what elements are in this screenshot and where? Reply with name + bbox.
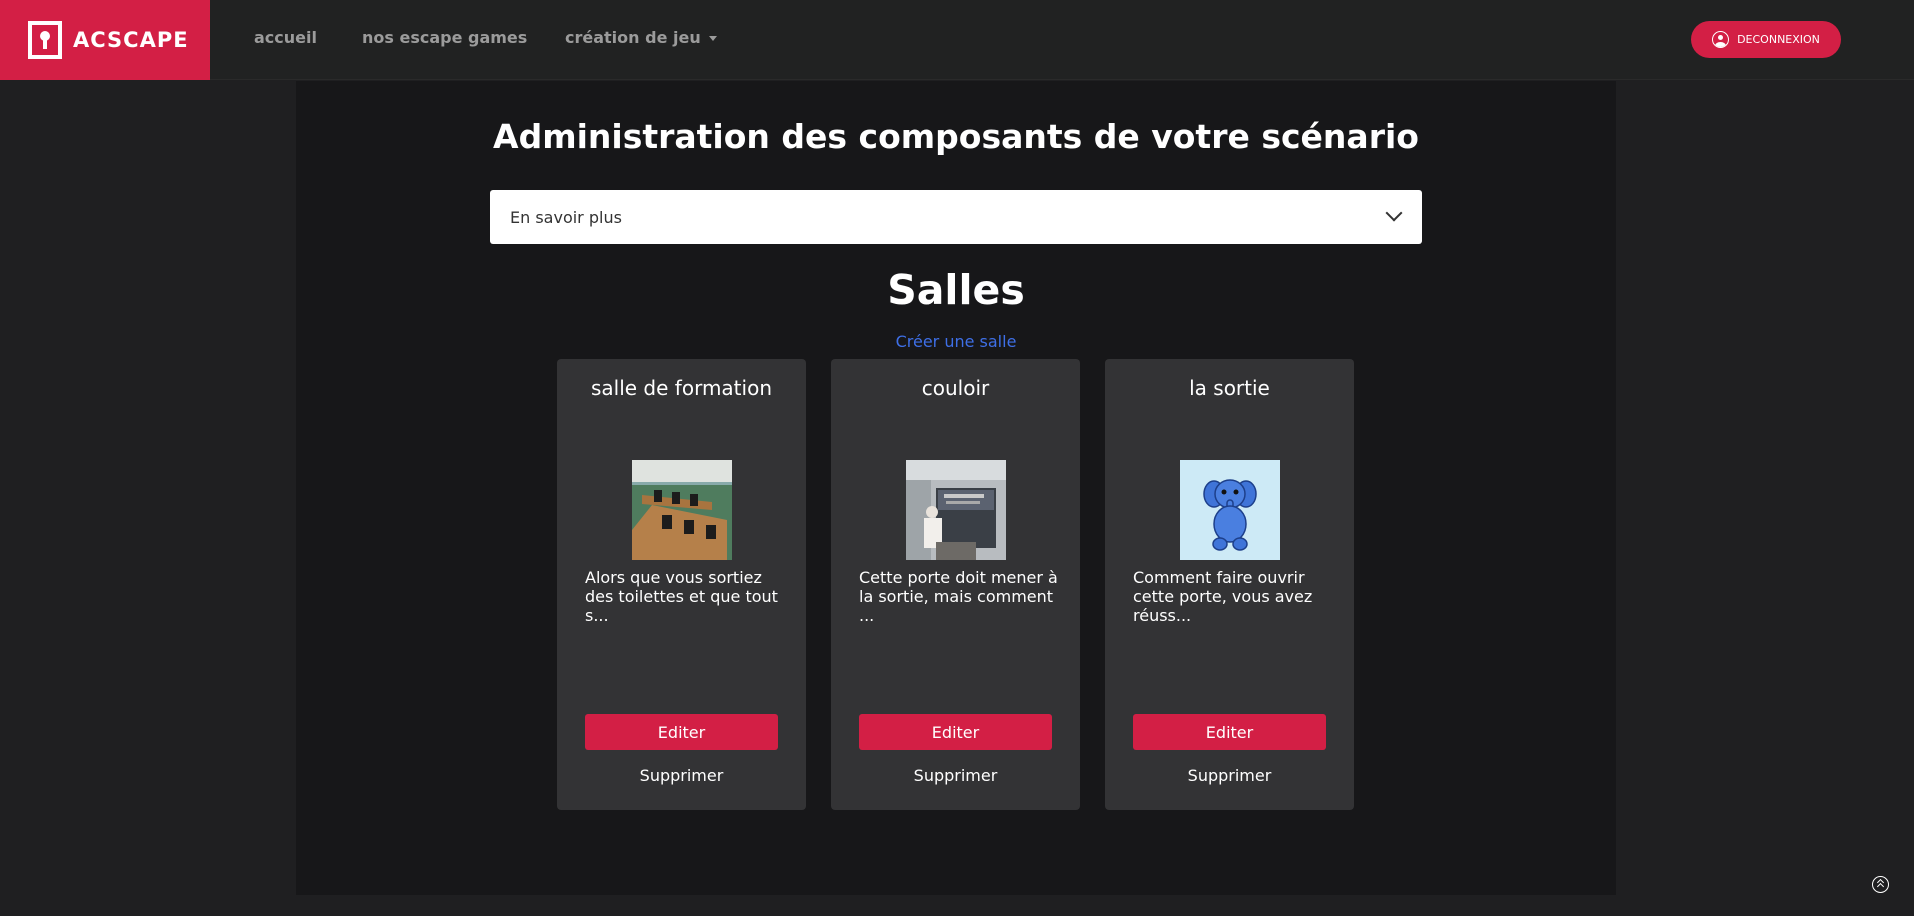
nav-dropdown-creation[interactable]: création de jeu (565, 28, 717, 47)
room-title: couloir (921, 376, 990, 400)
room-image (632, 460, 732, 560)
info-dropdown[interactable]: En savoir plus (490, 190, 1422, 244)
room-card: la sortie Comment faire ouvrir cette por… (1105, 359, 1354, 810)
logout-label: DECONNEXION (1737, 33, 1820, 46)
delete-button[interactable]: Supprimer (557, 766, 806, 785)
room-image (1180, 460, 1280, 560)
room-description: Cette porte doit mener à la sortie, mais… (859, 568, 1058, 625)
nav-dropdown-label: création de jeu (565, 28, 701, 47)
edit-button[interactable]: Editer (859, 714, 1052, 750)
brand-logo[interactable]: ACSCAPE (0, 0, 210, 80)
delete-button[interactable]: Supprimer (831, 766, 1080, 785)
nav-link-accueil[interactable]: accueil (254, 28, 317, 47)
delete-button[interactable]: Supprimer (1105, 766, 1354, 785)
logout-button[interactable]: DECONNEXION (1691, 21, 1841, 58)
navbar: ACSCAPE accueil nos escape games créatio… (0, 0, 1914, 80)
chevron-down-icon (1385, 204, 1403, 222)
room-image (906, 460, 1006, 560)
edit-button[interactable]: Editer (585, 714, 778, 750)
room-title: salle de formation (590, 376, 772, 400)
room-description: Comment faire ouvrir cette porte, vous a… (1133, 568, 1313, 625)
edit-button[interactable]: Editer (1133, 714, 1326, 750)
room-card: salle de formation Alors que vous sortie… (557, 359, 806, 810)
user-icon (1712, 31, 1730, 48)
room-card: couloir Cette porte doit mener à la sort… (831, 359, 1080, 810)
page-title: Administration des composants de votre s… (493, 117, 1419, 156)
caret-down-icon (708, 36, 717, 41)
dropdown-label: En savoir plus (510, 207, 622, 227)
main-panel: Administration des composants de votre s… (296, 81, 1616, 895)
section-title: Salles (887, 266, 1025, 314)
brand-name: ACSCAPE (73, 28, 189, 52)
room-description: Alors que vous sortiez des toilettes et … (585, 568, 778, 625)
room-title: la sortie (1189, 376, 1270, 400)
create-room-link[interactable]: Créer une salle (296, 332, 1616, 351)
nav-link-escape-games[interactable]: nos escape games (362, 28, 527, 47)
scroll-to-top-icon[interactable] (1872, 876, 1889, 893)
keyhole-logo-icon (28, 21, 62, 59)
